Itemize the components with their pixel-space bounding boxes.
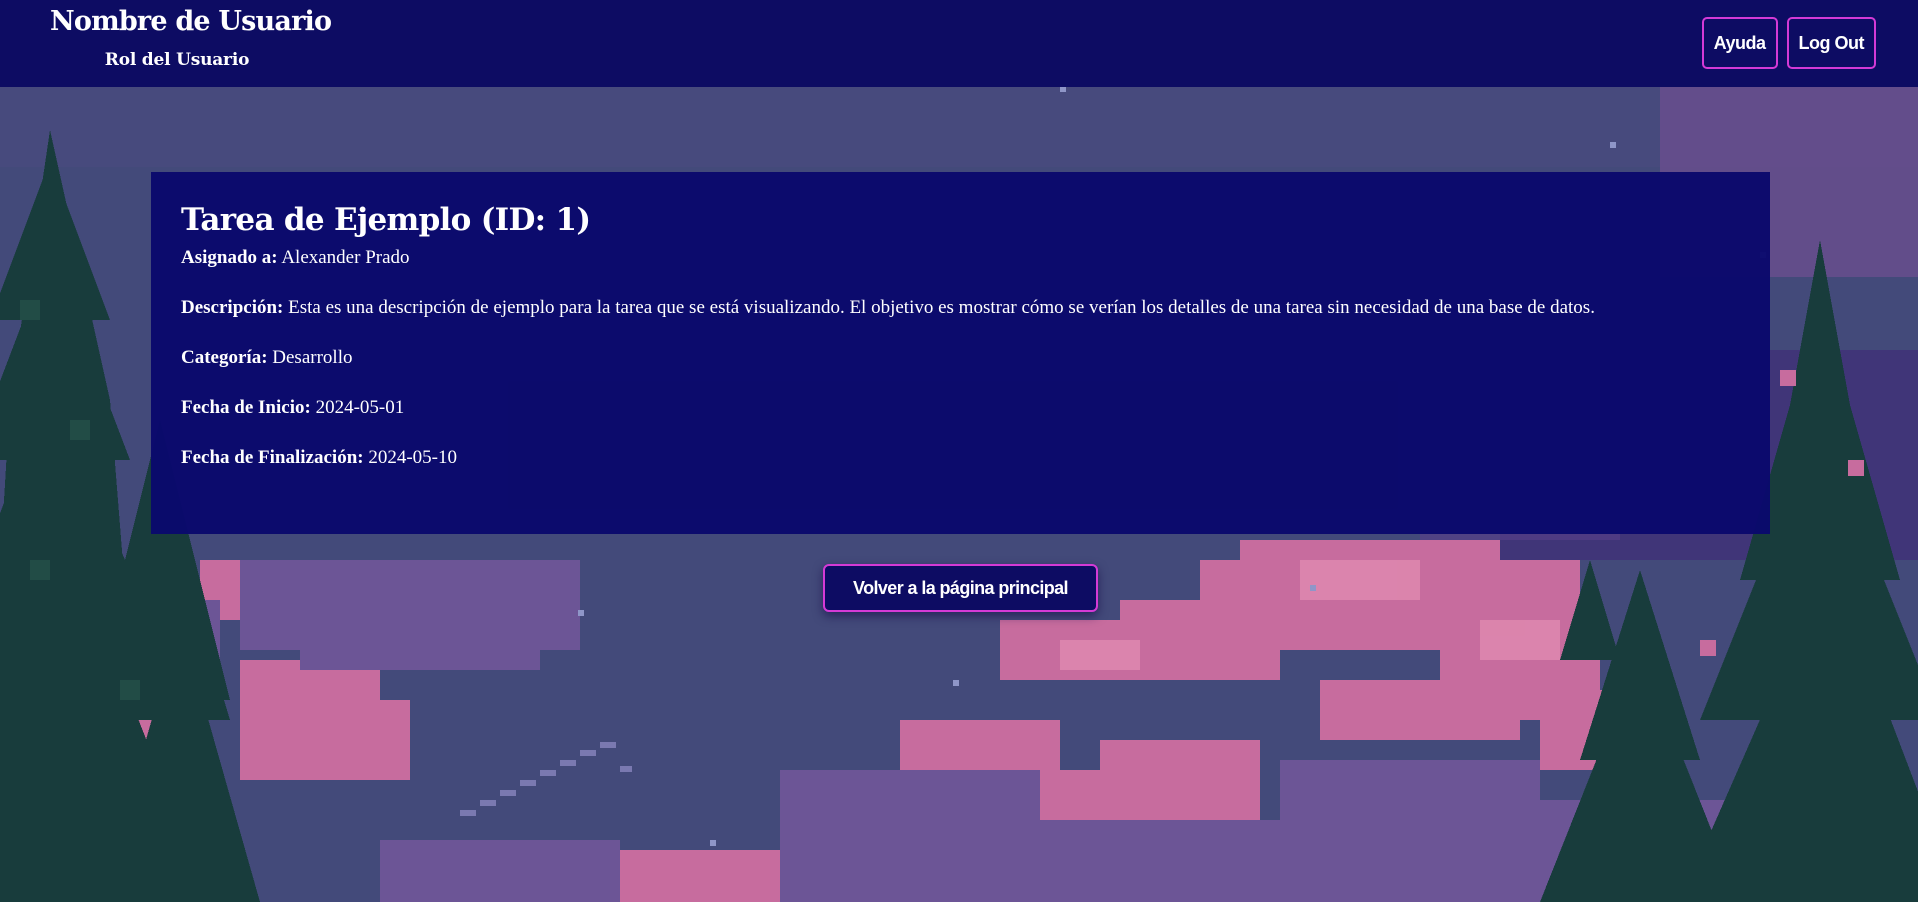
- user-name: Nombre de Usuario: [50, 6, 332, 37]
- field-value: 2024-05-10: [368, 447, 457, 468]
- field-assigned-to: Asignado a: Alexander Prado: [181, 246, 1740, 270]
- field-value: Esta es una descripción de ejemplo para …: [288, 297, 1595, 318]
- top-actions: Ayuda Log Out: [1701, 17, 1876, 69]
- user-info: Nombre de Usuario Rol del Usuario: [50, 4, 332, 70]
- help-button[interactable]: Ayuda: [1701, 17, 1778, 69]
- logout-button[interactable]: Log Out: [1786, 17, 1876, 69]
- field-description: Descripción: Esta es una descripción de …: [181, 296, 1740, 320]
- back-to-home-button[interactable]: Volver a la página principal: [823, 564, 1098, 612]
- field-label: Fecha de Finalización:: [181, 447, 364, 468]
- user-role: Rol del Usuario: [104, 50, 250, 70]
- field-label: Descripción:: [181, 297, 284, 318]
- task-title: Tarea de Ejemplo (ID: 1): [181, 202, 591, 238]
- field-label: Asignado a:: [181, 247, 278, 268]
- field-category: Categoría: Desarrollo: [181, 346, 1740, 370]
- field-value: 2024-05-01: [315, 397, 405, 418]
- field-start-date: Fecha de Inicio: 2024-05-01: [181, 396, 1740, 420]
- field-label: Fecha de Inicio:: [181, 397, 311, 418]
- task-detail-card: Tarea de Ejemplo (ID: 1) Asignado a: Ale…: [151, 172, 1770, 534]
- field-end-date: Fecha de Finalización: 2024-05-10: [181, 446, 1740, 470]
- top-bar: Nombre de Usuario Rol del Usuario Ayuda …: [0, 0, 1918, 87]
- field-label: Categoría:: [181, 347, 268, 368]
- field-value: Desarrollo: [272, 347, 353, 368]
- field-value: Alexander Prado: [281, 247, 410, 268]
